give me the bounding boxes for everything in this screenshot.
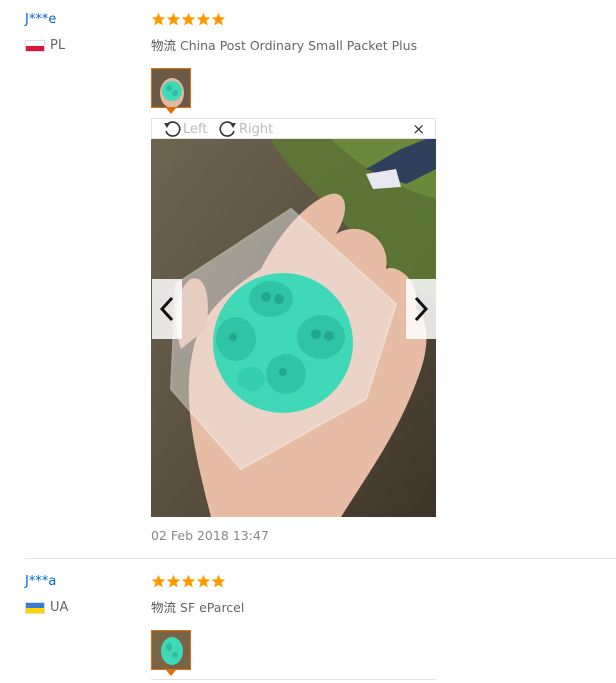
star-icon xyxy=(211,574,226,588)
shipping-info: 物流 China Post Ordinary Small Packet Plus xyxy=(151,35,417,54)
review-divider xyxy=(25,558,616,559)
review-date: 02 Feb 2018 13:47 xyxy=(151,528,269,543)
shipping-method: SF eParcel xyxy=(180,600,245,615)
flag-ukraine-icon xyxy=(25,601,45,614)
shipping-label: 物流 xyxy=(151,600,177,615)
thumbnail-pointer xyxy=(166,670,176,676)
rotate-right-button[interactable]: Right xyxy=(218,119,273,139)
star-icon xyxy=(211,12,226,26)
rotate-left-icon xyxy=(164,121,181,137)
review-photo-large xyxy=(151,139,436,517)
shipping-label: 物流 xyxy=(151,38,177,53)
rotate-right-icon xyxy=(219,121,236,137)
rotate-left-label: Left xyxy=(183,121,208,137)
star-icon xyxy=(166,574,181,588)
next-image-button[interactable] xyxy=(406,279,436,339)
shipping-method: China Post Ordinary Small Packet Plus xyxy=(180,38,418,53)
country-code: UA xyxy=(50,600,69,615)
star-icon xyxy=(181,12,196,26)
close-icon[interactable]: × xyxy=(412,120,425,138)
thumbnail-pointer xyxy=(166,108,176,114)
star-rating xyxy=(151,574,226,589)
reviewer-country: PL xyxy=(25,38,65,53)
star-icon xyxy=(196,12,211,26)
reviewer-name[interactable]: J***e xyxy=(25,12,56,27)
country-code: PL xyxy=(50,38,66,53)
image-viewer-toolbar xyxy=(151,679,436,683)
star-icon xyxy=(196,574,211,588)
rotate-left-button[interactable]: Left xyxy=(162,119,207,139)
reviewer-country: UA xyxy=(25,600,68,615)
shipping-info: 物流 SF eParcel xyxy=(151,597,244,616)
previous-image-button[interactable] xyxy=(152,279,182,339)
review-photo-thumbnail[interactable] xyxy=(151,630,191,670)
star-icon xyxy=(151,12,166,26)
image-viewer-toolbar: Left Right × xyxy=(151,118,436,139)
rotate-right-label: Right xyxy=(239,121,274,137)
star-icon xyxy=(166,12,181,26)
chevron-right-icon xyxy=(414,296,429,322)
star-rating xyxy=(151,12,226,27)
chevron-left-icon xyxy=(159,296,174,322)
reviewer-name[interactable]: J***a xyxy=(25,574,56,589)
star-icon xyxy=(181,574,196,588)
flag-poland-icon xyxy=(25,39,45,52)
review-photo-thumbnail[interactable] xyxy=(151,68,191,108)
star-icon xyxy=(151,574,166,588)
